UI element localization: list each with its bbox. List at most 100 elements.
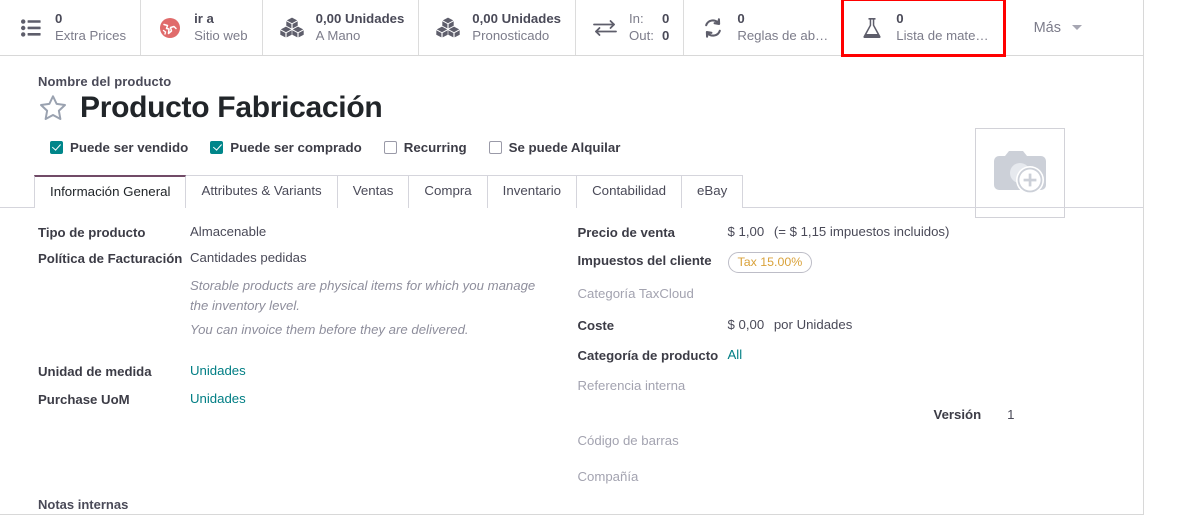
tab-attributes-variants[interactable]: Attributes & Variants: [185, 174, 338, 208]
field-taxcloud-category: Categoría TaxCloud: [578, 285, 1144, 301]
checkbox-label: Recurring: [403, 139, 467, 155]
field-label: Tipo de producto: [38, 224, 146, 240]
checkbox-box[interactable]: [383, 140, 397, 154]
tab-inventario[interactable]: Inventario: [486, 174, 578, 208]
stat-label: Sitio web: [194, 27, 248, 43]
checkbox-can-be-rented[interactable]: Se puede Alquilar: [488, 139, 621, 155]
field-unit-of-measure: Unidad de medida Unidades: [38, 363, 572, 379]
stat-label: Reglas de ab…: [737, 27, 829, 43]
stat-button-bill-of-materials[interactable]: 0 Lista de mate…: [841, 0, 1006, 57]
tab-compra[interactable]: Compra: [408, 174, 488, 208]
star-outline-icon[interactable]: [38, 93, 68, 123]
chevron-down-icon: [1072, 25, 1082, 30]
field-value[interactable]: Cantidades pedidas: [190, 250, 307, 265]
form-column-right: Precio de venta $ 1,00 (= $ 1,15 impuest…: [572, 224, 1144, 495]
checkbox-can-be-purchased[interactable]: Puede ser comprado: [210, 140, 362, 155]
field-value[interactable]: 1: [1007, 407, 1014, 422]
checkbox-recurring[interactable]: Recurring: [383, 139, 467, 155]
field-label: Precio de venta: [577, 224, 675, 240]
tab-ventas[interactable]: Ventas: [336, 174, 410, 208]
stat-button-reordering-rules[interactable]: 0 Reglas de ab…: [684, 0, 844, 55]
helper-text: Storable products are physical items for…: [190, 277, 536, 313]
exchange-icon: [592, 15, 618, 41]
field-label: Categoría de producto: [577, 348, 719, 364]
stat-button-bar: 0 Extra Prices ir a Sitio web 0,00 Unida…: [0, 0, 1143, 57]
stat-button-in-out[interactable]: In: 0 Out: 0: [575, 0, 685, 55]
stat-label: Lista de mate…: [896, 27, 989, 43]
product-title-row: Producto Fabricación: [38, 91, 1143, 126]
field-value[interactable]: Unidades: [190, 391, 246, 406]
stat-value: ir a: [194, 11, 214, 27]
field-company: Compañía: [578, 468, 1144, 484]
field-label: Impuestos del cliente: [577, 252, 712, 268]
stat-button-text: 0,00 Unidades Pronosticado: [472, 11, 561, 43]
cubes-icon: [279, 15, 305, 41]
stat-button-forecasted[interactable]: 0,00 Unidades Pronosticado: [419, 0, 576, 55]
field-invoicing-policy: Política de Facturación Cantidades pedid…: [38, 250, 572, 266]
stat-label: A Mano: [315, 27, 361, 43]
checkbox-box[interactable]: [488, 140, 502, 154]
field-value[interactable]: $ 0,00: [728, 317, 765, 332]
form-sheet: 0 Extra Prices ir a Sitio web 0,00 Unida…: [0, 0, 1144, 515]
field-cost: Coste $ 0,00 por Unidades: [578, 317, 1144, 333]
product-name-caption: Nombre del producto: [38, 74, 172, 89]
form-column-left: Tipo de producto Almacenable Política de…: [0, 224, 572, 495]
field-barcode: Código de barras: [578, 432, 1144, 448]
stat-button-on-hand[interactable]: 0,00 Unidades A Mano: [262, 0, 420, 55]
list-icon: [18, 15, 44, 41]
stat-button-website[interactable]: ir a Sitio web: [141, 0, 263, 55]
helper-text: You can invoice them before they are del…: [190, 322, 469, 338]
tax-included-hint: (= $ 1,15 impuestos incluidos): [773, 223, 950, 239]
tax-tag[interactable]: Tax 15.00%: [727, 251, 813, 274]
stat-button-text: In: 0 Out: 0: [629, 11, 669, 43]
stat-button-text: ir a Sitio web: [194, 11, 248, 43]
in-key: In:: [628, 11, 644, 27]
stat-button-more[interactable]: Más: [1003, 0, 1104, 55]
stat-button-text: 0,00 Unidades A Mano: [316, 11, 405, 43]
field-value[interactable]: Almacenable: [190, 224, 266, 239]
field-value[interactable]: Unidades: [190, 363, 246, 378]
stat-label: Extra Prices: [55, 27, 127, 43]
field-label: Unidad de medida: [38, 363, 152, 379]
checkbox-can-be-sold[interactable]: Puede ser vendido: [50, 140, 188, 155]
checkbox-label: Puede ser vendido: [70, 139, 189, 155]
tab-bar: Información General Attributes & Variant…: [0, 174, 1143, 208]
flask-icon: [859, 15, 885, 41]
field-label: Coste: [577, 318, 615, 334]
field-sales-price: Precio de venta $ 1,00 (= $ 1,15 impuest…: [578, 224, 1144, 240]
globe-icon: [157, 15, 183, 41]
field-label: Versión: [933, 407, 982, 423]
internal-notes-label: Notas internas: [38, 497, 129, 512]
stat-value: 0: [55, 11, 63, 27]
more-label: Más: [1033, 19, 1061, 36]
field-label: Purchase UoM: [38, 391, 130, 407]
field-value-group: $ 1,00 (= $ 1,15 impuestos incluidos): [728, 224, 950, 239]
stat-row-in: In: 0: [629, 11, 669, 27]
field-label: Referencia interna: [577, 378, 686, 394]
stat-button-extra-prices[interactable]: 0 Extra Prices: [0, 0, 142, 55]
product-form-page: 0 Extra Prices ir a Sitio web 0,00 Unida…: [0, 0, 1185, 515]
refresh-icon: [700, 15, 726, 41]
cubes-icon: [435, 15, 461, 41]
checkbox-box[interactable]: [50, 140, 63, 154]
product-type-helper-2: You can invoice them before they are del…: [38, 320, 572, 340]
stat-label: Pronosticado: [472, 27, 550, 43]
field-value[interactable]: All: [728, 347, 743, 362]
checkbox-label: Se puede Alquilar: [508, 139, 621, 155]
tab-ebay[interactable]: eBay: [681, 174, 744, 208]
field-internal-reference: Referencia interna: [578, 377, 1144, 393]
general-information-panel: Tipo de producto Almacenable Política de…: [0, 208, 1143, 495]
page-title: Producto Fabricación: [80, 91, 383, 124]
tab-contabilidad[interactable]: Contabilidad: [576, 174, 683, 208]
checkbox-box[interactable]: [210, 140, 224, 154]
field-version: Versión 1: [578, 407, 1144, 422]
field-value[interactable]: $ 1,00: [728, 224, 765, 239]
field-product-category: Categoría de producto All: [578, 347, 1144, 363]
out-key: Out:: [628, 27, 654, 43]
tab-informacion-general[interactable]: Información General: [34, 174, 187, 208]
cost-uom-hint: por Unidades: [773, 317, 853, 333]
stat-button-text: 0 Reglas de ab…: [737, 11, 828, 43]
field-label: Política de Facturación: [38, 250, 183, 266]
stat-row-out: Out: 0: [629, 28, 669, 44]
